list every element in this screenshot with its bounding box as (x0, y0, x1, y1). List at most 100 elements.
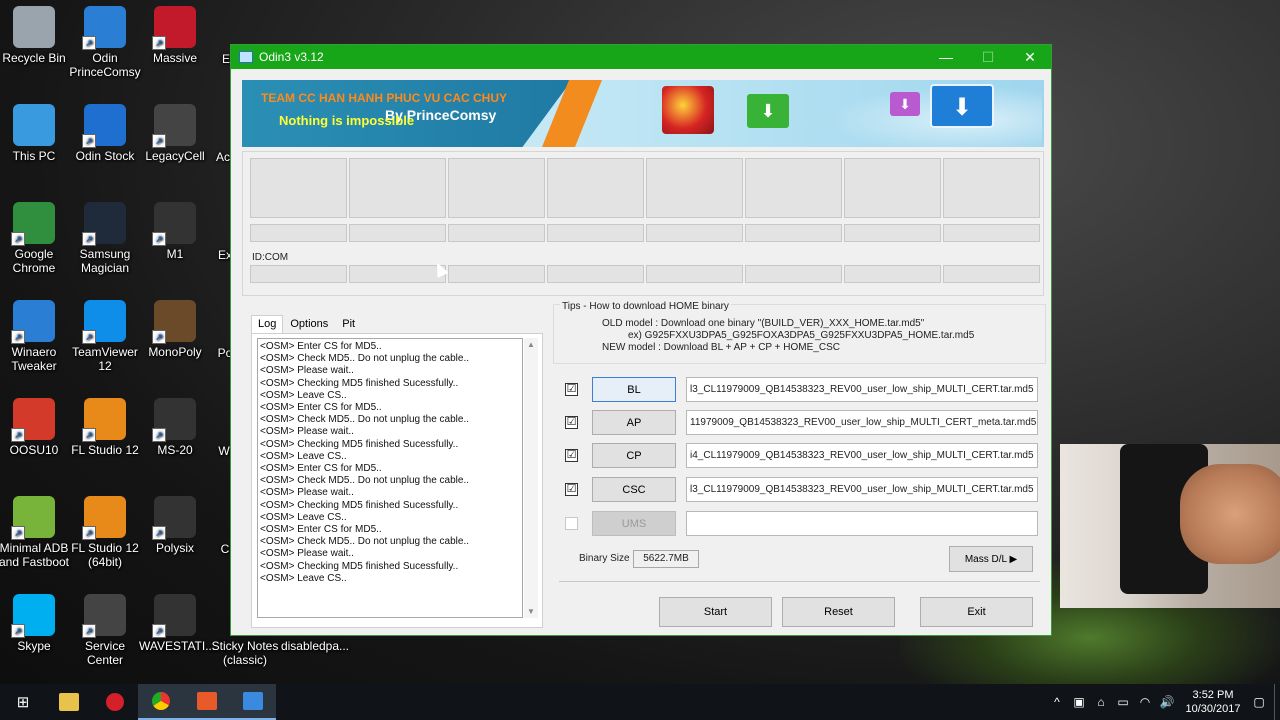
file-row-bl: ☑ BL l3_CL11979009_QB14538323_REV00_user… (565, 377, 1038, 402)
tab-pit[interactable]: Pit (335, 315, 362, 333)
desktop-icon[interactable]: This PC (0, 98, 70, 163)
desktop-icon-label: Service Center (84, 639, 125, 667)
minimize-button[interactable]: — (925, 49, 967, 65)
ap-file-path[interactable]: 11979009_QB14538323_REV00_user_low_ship_… (686, 410, 1038, 435)
device-slot (646, 158, 743, 218)
desktop-icon[interactable]: WAVESTATI... (139, 588, 215, 653)
ap-checkbox[interactable]: ☑ (565, 416, 578, 429)
log-line: <OSM> Enter CS for MD5.. (260, 463, 382, 475)
wifi-icon[interactable]: ◠ (1134, 695, 1156, 709)
desktop-icon[interactable]: OOSU10 (0, 392, 70, 457)
desktop-icon[interactable]: Service Center (69, 588, 141, 667)
partial-label[interactable]: W (217, 444, 231, 458)
log-line: <OSM> Leave CS.. (260, 572, 347, 584)
reset-button[interactable]: Reset (782, 597, 895, 627)
desktop-icon-label: Samsung Magician (79, 247, 131, 275)
scroll-down-icon[interactable]: ▼ (524, 607, 538, 616)
desktop-icon[interactable]: Google Chrome (0, 196, 70, 275)
taskbar-chrome[interactable] (138, 684, 184, 720)
desktop-icon[interactable]: Odin PrinceComsy (69, 0, 141, 79)
progress-slot (547, 224, 644, 242)
android-icon (11, 496, 55, 540)
window-titlebar[interactable]: Odin3 v3.12 — ☐ ✕ (231, 45, 1051, 69)
log-line: <OSM> Leave CS.. (260, 511, 347, 523)
ums-checkbox[interactable] (565, 517, 578, 530)
com-port-slot (943, 265, 1040, 283)
desktop-icon[interactable]: MonoPoly (139, 294, 211, 359)
bl-file-path[interactable]: l3_CL11979009_QB14538323_REV00_user_low_… (686, 377, 1038, 402)
desktop-icon[interactable]: MS-20 (139, 392, 211, 457)
system-tray: ^ ▣ ⌂ ▭ ◠ 🔊 3:52 PM 10/30/2017 ▢ (1046, 684, 1280, 720)
taskbar-camtasia[interactable] (184, 684, 230, 720)
tips-title: Tips - How to download HOME binary (560, 301, 731, 312)
tray-network-share-icon[interactable]: ⌂ (1090, 695, 1112, 709)
tray-app-icon[interactable]: ▣ (1068, 695, 1090, 709)
ap-button[interactable]: AP (592, 410, 676, 435)
csc-checkbox[interactable]: ☑ (565, 483, 578, 496)
desktop-icon-label: LegacyCell (145, 149, 205, 163)
cp-button[interactable]: CP (592, 443, 676, 468)
progress-slot (349, 224, 446, 242)
samsung-magician-icon (82, 202, 126, 246)
notifications-icon[interactable]: ▢ (1248, 695, 1270, 709)
desktop-icon[interactable]: LegacyCell (139, 98, 211, 163)
csc-file-path[interactable]: l3_CL11979009_QB14538323_REV00_user_low_… (686, 477, 1038, 502)
desktop-icon[interactable]: Massive (139, 0, 211, 65)
desktop-icon[interactable]: Minimal ADB and Fastboot (0, 490, 70, 569)
show-desktop-button[interactable] (1274, 684, 1280, 720)
clock[interactable]: 3:52 PM 10/30/2017 (1178, 688, 1248, 716)
desktop-icon-label: FL Studio 12 (71, 443, 139, 457)
desktop-icon[interactable]: Odin Stock (69, 98, 141, 163)
maximize-button[interactable]: ☐ (967, 49, 1009, 66)
log-line: <OSM> Checking MD5 finished Sucessfully.… (260, 438, 459, 450)
mass-dl-button[interactable]: Mass D/L ▶ (949, 546, 1033, 572)
bl-button[interactable]: BL (592, 377, 676, 402)
start-button[interactable]: Start (659, 597, 772, 627)
desktop-icon[interactable]: TeamViewer 12 (69, 294, 141, 373)
taskbar-file-explorer[interactable] (46, 684, 92, 720)
desktop-icon[interactable]: M1 (139, 196, 211, 261)
tab-log[interactable]: Log (251, 315, 284, 333)
start-button-icon[interactable]: ⊞ (0, 684, 46, 720)
progress-slot (250, 224, 347, 242)
taskbar: ⊞ ^ ▣ ⌂ ▭ ◠ 🔊 3:52 PM 10/30/2017 ▢ (0, 684, 1280, 720)
log-textarea[interactable]: <OSM> Enter CS for MD5.. <OSM> Check MD5.… (257, 338, 523, 618)
bl-checkbox[interactable]: ☑ (565, 383, 578, 396)
log-line: <OSM> Check MD5.. Do not unplug the cabl… (260, 536, 469, 548)
desktop-icon-label: Odin Stock (75, 149, 135, 163)
tray-overflow-icon[interactable]: ^ (1046, 695, 1068, 709)
log-scrollbar[interactable]: ▲ ▼ (524, 338, 538, 618)
taskbar-odin[interactable] (230, 684, 276, 720)
desktop-icon[interactable]: Sticky Notes (classic) (209, 638, 281, 667)
desktop-icon[interactable]: FL Studio 12 (69, 392, 141, 457)
cp-checkbox[interactable]: ☑ (565, 449, 578, 462)
ums-button[interactable]: UMS (592, 511, 676, 536)
tips-line: OLD model : Download one binary "(BUILD_… (602, 318, 925, 329)
download-purple-icon: ⬇ (890, 92, 920, 116)
close-button[interactable]: ✕ (1009, 49, 1051, 66)
tab-options[interactable]: Options (283, 315, 335, 333)
desktop-icon[interactable]: FL Studio 12 (64bit) (69, 490, 141, 569)
desktop-icon[interactable]: disabledpa... (279, 638, 351, 653)
ums-file-path[interactable] (686, 511, 1038, 536)
desktop-icon-label: Google Chrome (12, 247, 56, 275)
desktop-icon[interactable]: Skype (0, 588, 70, 653)
window-title: Odin3 v3.12 (259, 50, 324, 64)
desktop-icon[interactable]: Winaero Tweaker (0, 294, 70, 373)
desktop-icon[interactable]: Samsung Magician (69, 196, 141, 275)
desktop-icon-label: Massive (152, 51, 197, 65)
csc-button[interactable]: CSC (592, 477, 676, 502)
com-port-slot (349, 265, 446, 283)
polysix-icon (152, 496, 196, 540)
desktop-icon[interactable]: Recycle Bin (0, 0, 70, 65)
volume-icon[interactable]: 🔊 (1156, 695, 1178, 709)
desktop-icon-label: FL Studio 12 (64bit) (71, 541, 139, 569)
scroll-up-icon[interactable]: ▲ (524, 340, 538, 349)
cp-file-path[interactable]: i4_CL11979009_QB14538323_REV00_user_low_… (686, 443, 1038, 468)
battery-icon[interactable]: ▭ (1112, 695, 1134, 709)
exit-button[interactable]: Exit (920, 597, 1033, 627)
log-line: <OSM> Checking MD5 finished Sucessfully.… (260, 377, 459, 389)
taskbar-opera[interactable] (92, 684, 138, 720)
partial-label[interactable]: C (220, 542, 230, 556)
desktop-icon[interactable]: Polysix (139, 490, 211, 555)
